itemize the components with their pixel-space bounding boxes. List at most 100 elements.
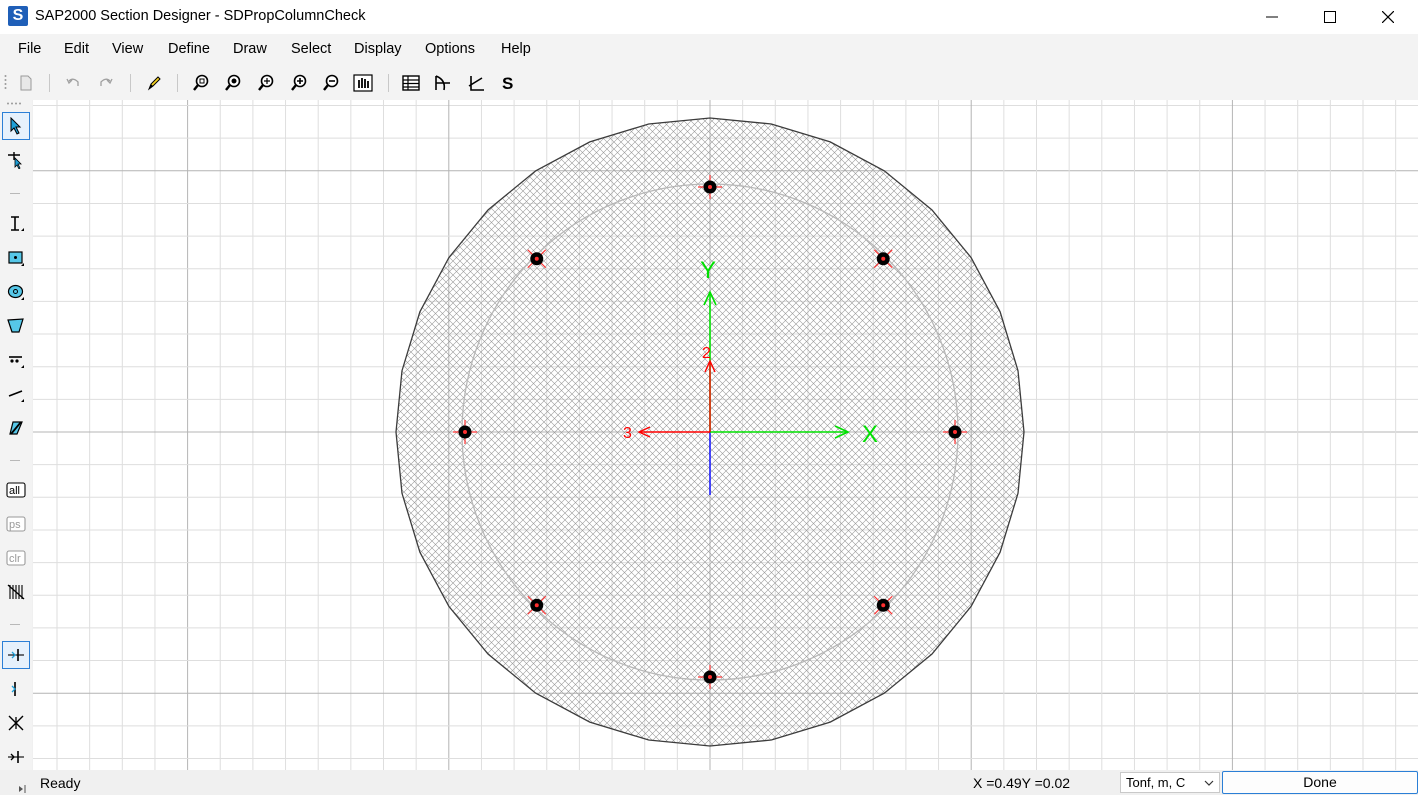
select-intersecting-line-button[interactable] [2,578,30,606]
draw-polygon-button[interactable] [2,312,30,340]
menu-view[interactable]: View [112,41,143,57]
stress-display-button[interactable]: S [496,71,520,95]
clear-selection-icon: clr [6,550,26,566]
left-toolbar-separator [10,624,20,625]
interaction-surface-icon [435,75,450,91]
maximize-button[interactable] [1301,0,1359,34]
close-button[interactable] [1359,0,1417,34]
left-toolbar-separator [10,193,20,194]
line-icon [8,390,24,402]
app-icon[interactable]: S [8,6,28,26]
left-toolbar-grip-icon [7,102,21,105]
maximize-icon [1324,11,1336,23]
zoom-window-icon [193,74,209,91]
draw-i-section-button[interactable] [2,210,30,238]
menu-file[interactable]: File [18,41,41,57]
minimize-icon [1266,16,1278,18]
reshape-pointer-icon [8,152,22,169]
units-dropdown[interactable]: Tonf, m, C [1120,772,1220,793]
polygon-section-icon [7,318,24,333]
snap-intersection-icon [8,715,24,731]
done-button[interactable]: Done [1222,771,1418,794]
clear-selection-button[interactable]: clr [2,544,30,572]
pointer-tool-button[interactable] [2,112,30,140]
toolbar-separator [49,74,50,92]
moment-curvature-button[interactable] [464,71,488,95]
previous-zoom-button[interactable] [254,71,278,95]
section-drawing[interactable]: Y X 2 3 [33,100,1418,770]
toolbar: S [0,66,1418,100]
menu-edit[interactable]: Edit [64,41,89,57]
zoom-in-button[interactable] [287,71,311,95]
toolbar-grip-icon [4,75,7,89]
menu-bar: File Edit View Define Draw Select Displa… [0,34,1418,66]
undo-icon [66,78,79,86]
zoom-in-icon [291,74,307,91]
status-grip-icon [19,785,26,793]
snap-to-points-button[interactable] [2,641,30,669]
intersecting-line-icon [7,584,25,600]
i-section-icon [11,216,24,231]
zoom-out-button[interactable] [319,71,343,95]
status-bar: Ready X =0.49Y =0.02 Tonf, m, C Done [0,770,1418,795]
cursor-coordinates: X =0.49Y =0.02 [973,775,1071,791]
snap-perpendicular-icon [8,751,24,763]
pointer-arrow-icon [10,117,22,135]
restore-full-view-button[interactable] [221,71,245,95]
menu-display[interactable]: Display [354,41,402,57]
moment-curvature-icon [468,76,484,91]
redo-icon [100,78,113,86]
draw-rectangle-button[interactable] [2,244,30,272]
previous-selection-label: ps [9,519,21,531]
rebar[interactable] [873,595,893,615]
snap-points-icon [8,649,24,661]
undo-button[interactable] [61,71,85,95]
local-3-label: 3 [623,425,632,442]
pan-button[interactable] [351,71,375,95]
rebar[interactable] [527,595,547,615]
menu-help[interactable]: Help [501,41,531,57]
rubber-band-zoom-button[interactable] [189,71,213,95]
snap-to-perpendicular-button[interactable] [2,743,30,771]
draw-caliper-button[interactable] [2,414,30,442]
reshaper-tool-button[interactable] [2,146,30,174]
previous-selection-icon: ps [6,516,26,532]
stress-s-icon: S [502,74,513,92]
chevron-down-icon [1204,780,1214,786]
select-all-button[interactable]: all [2,476,30,504]
menu-options[interactable]: Options [425,41,475,57]
redo-button[interactable] [94,71,118,95]
circle-section-icon [7,284,24,300]
snap-to-intersections-button[interactable] [2,709,30,737]
title-bar: S SAP2000 Section Designer - SDPropColum… [0,0,1418,34]
section-properties-button[interactable] [399,71,423,95]
new-file-icon [20,75,32,91]
new-button[interactable] [14,71,38,95]
rebar-line-icon [9,356,24,368]
draw-rebar-line-button[interactable] [2,346,30,374]
zoom-full-icon [225,74,241,91]
drawing-canvas[interactable]: Y X 2 3 [33,100,1418,770]
toolbar-separator [130,74,131,92]
close-icon [1382,11,1394,23]
rectangle-section-icon [8,251,24,266]
rebar[interactable] [527,249,547,269]
draw-circle-button[interactable] [2,278,30,306]
menu-select[interactable]: Select [291,41,331,57]
menu-define[interactable]: Define [168,41,210,57]
table-icon [402,75,420,91]
window-title: SAP2000 Section Designer - SDPropColumnC… [35,8,366,24]
rebar[interactable] [873,249,893,269]
minimize-button[interactable] [1243,0,1301,34]
zoom-out-icon [323,74,339,91]
pencil-button[interactable] [142,71,166,95]
snap-to-line-ends-button[interactable] [2,675,30,703]
interaction-surface-button[interactable] [431,71,455,95]
toolbar-separator [177,74,178,92]
pencil-icon [147,76,161,91]
menu-draw[interactable]: Draw [233,41,267,57]
clear-selection-label: clr [9,553,21,565]
left-toolbar-separator [10,460,20,461]
draw-line-button[interactable] [2,380,30,408]
get-previous-selection-button[interactable]: ps [2,510,30,538]
